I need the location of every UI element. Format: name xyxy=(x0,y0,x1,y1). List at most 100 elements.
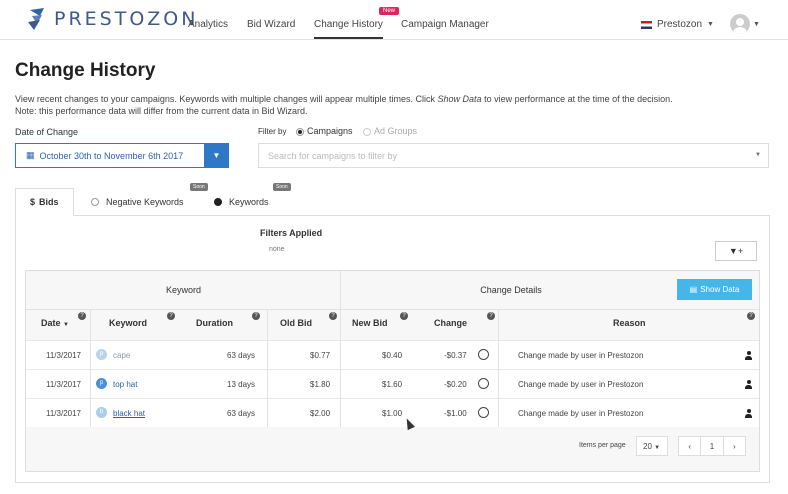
top-nav: PRESTOZON Analytics Bid Wizard Change Hi… xyxy=(0,0,788,40)
nav-analytics[interactable]: Analytics xyxy=(188,19,228,30)
cell-old-bid: $1.80 xyxy=(310,380,331,389)
sort-desc-icon: ▼ xyxy=(63,322,69,328)
account-menu[interactable]: Prestozon ▼ xyxy=(641,19,714,30)
next-page-button[interactable]: › xyxy=(724,437,745,455)
items-per-page-label: Items per page xyxy=(579,442,626,449)
items-per-page-value: 20 xyxy=(643,442,652,451)
chart-icon: ▤ xyxy=(689,285,698,294)
revert-icon[interactable] xyxy=(478,378,489,389)
col-divider xyxy=(340,310,341,427)
col-divider xyxy=(90,310,91,427)
col-change[interactable]: Change xyxy=(434,318,467,328)
date-range-picker[interactable]: ▦ October 30th to November 6th 2017 xyxy=(15,143,205,168)
filter-icon: ▼+ xyxy=(728,246,744,256)
cell-old-bid: $0.77 xyxy=(310,351,331,360)
radio-campaigns[interactable]: Campaigns xyxy=(296,126,353,136)
radio-icon xyxy=(363,127,371,136)
cell-duration: 13 days xyxy=(227,380,256,389)
cell-date: 11/3/2017 xyxy=(46,351,81,360)
chevron-down-icon: ▼ xyxy=(755,152,761,158)
campaign-search-input[interactable]: Search for campaigns to filter by ▼ xyxy=(258,143,769,168)
cell-change: -$1.00 xyxy=(444,409,467,418)
filter-button[interactable]: ▼+ xyxy=(715,241,757,261)
page-title: Change History xyxy=(15,60,156,81)
revert-icon[interactable] xyxy=(478,407,489,418)
help-icon[interactable]: ? xyxy=(400,312,408,320)
cell-date: 11/3/2017 xyxy=(46,409,81,418)
table-row: 11/3/2017 p cape 63 days $0.77 $0.40 -$0… xyxy=(26,340,759,369)
chevron-down-icon[interactable]: ▼ xyxy=(753,21,760,28)
help-icon[interactable]: ? xyxy=(252,312,260,320)
radio-label: Campaigns xyxy=(307,126,353,136)
radio-ad-groups[interactable]: Ad Groups xyxy=(363,126,417,136)
nav-bid-wizard[interactable]: Bid Wizard xyxy=(247,19,295,30)
col-date[interactable]: Date ▼ xyxy=(41,318,69,328)
filter-by-label: Filter by xyxy=(258,127,287,136)
us-flag-icon xyxy=(641,20,652,29)
cell-keyword[interactable]: top hat xyxy=(113,380,137,389)
col-reason: Reason xyxy=(613,318,646,328)
tab-label: Bids xyxy=(39,197,59,207)
tab-bar: $ Bids Negative Keywords Keywords xyxy=(15,188,770,216)
keyword-type-icon: b xyxy=(96,407,107,418)
chevron-down-icon: ▼ xyxy=(654,445,661,451)
nav-campaign-manager[interactable]: Campaign Manager xyxy=(401,19,489,30)
col-divider xyxy=(498,310,499,427)
col-keyword[interactable]: Keyword xyxy=(109,318,147,328)
user-icon xyxy=(745,380,752,389)
help-icon[interactable]: ? xyxy=(329,312,337,320)
soon-badge: Soon xyxy=(273,183,291,191)
date-label: Date of Change xyxy=(15,127,79,137)
col-new-bid[interactable]: New Bid xyxy=(352,318,388,328)
help-icon[interactable]: ? xyxy=(487,312,495,320)
keyword-group-header: Keyword xyxy=(165,285,201,295)
date-range-value: October 30th to November 6th 2017 xyxy=(39,150,184,161)
radio-icon xyxy=(91,198,99,206)
cell-change: -$0.20 xyxy=(444,380,467,389)
cell-keyword[interactable]: cape xyxy=(113,351,130,360)
avatar[interactable] xyxy=(730,14,750,34)
table-row: 11/3/2017 p top hat 13 days $1.80 $1.60 … xyxy=(26,369,759,398)
help-icon[interactable]: ? xyxy=(167,312,175,320)
cell-new-bid: $1.00 xyxy=(382,409,403,418)
desc-text: to view performance at the time of the d… xyxy=(481,94,673,104)
cell-new-bid: $0.40 xyxy=(382,351,403,360)
tab-label: Keywords xyxy=(229,197,269,207)
radio-icon xyxy=(214,198,222,206)
prev-page-button[interactable]: ‹ xyxy=(679,437,702,455)
cell-reason: Change made by user in Prestozon xyxy=(518,380,644,389)
desc-text: View recent changes to your campaigns. K… xyxy=(15,94,438,104)
help-icon[interactable]: ? xyxy=(747,312,755,320)
tab-negative-keywords[interactable]: Negative Keywords xyxy=(91,188,184,216)
help-icon[interactable]: ? xyxy=(78,312,86,320)
nav-change-history[interactable]: Change History xyxy=(314,19,383,39)
cell-reason: Change made by user in Prestozon xyxy=(518,409,644,418)
items-per-page-select[interactable]: 20 ▼ xyxy=(636,436,668,456)
keyword-type-icon: p xyxy=(96,378,107,389)
cell-date: 11/3/2017 xyxy=(46,380,81,389)
cell-keyword[interactable]: black hat xyxy=(113,409,145,418)
col-duration[interactable]: Duration xyxy=(196,318,233,328)
col-divider xyxy=(267,310,268,427)
desc-note: Note: this performance data will differ … xyxy=(15,106,308,116)
cell-change: -$0.37 xyxy=(444,351,467,360)
page-description: View recent changes to your campaigns. K… xyxy=(15,93,715,117)
tab-bids[interactable]: $ Bids xyxy=(15,188,74,216)
cell-new-bid: $1.60 xyxy=(382,380,403,389)
date-dropdown-button[interactable]: ▼ xyxy=(204,143,229,168)
header-divider xyxy=(26,309,759,310)
logo[interactable]: PRESTOZON xyxy=(26,6,198,32)
desc-emphasis: Show Data xyxy=(437,94,482,104)
pagination: ‹ 1 › xyxy=(678,436,746,456)
col-label: Date xyxy=(41,318,61,328)
page-number[interactable]: 1 xyxy=(701,437,724,455)
tab-keywords[interactable]: Keywords xyxy=(214,188,269,216)
col-old-bid[interactable]: Old Bid xyxy=(280,318,312,328)
revert-icon[interactable] xyxy=(478,349,489,360)
user-icon xyxy=(745,351,752,360)
new-badge: New xyxy=(379,7,400,15)
show-data-button[interactable]: ▤ Show Data xyxy=(677,279,752,300)
keyword-type-icon: p xyxy=(96,349,107,360)
search-placeholder: Search for campaigns to filter by xyxy=(268,151,398,161)
filters-applied-value: none xyxy=(269,246,285,253)
